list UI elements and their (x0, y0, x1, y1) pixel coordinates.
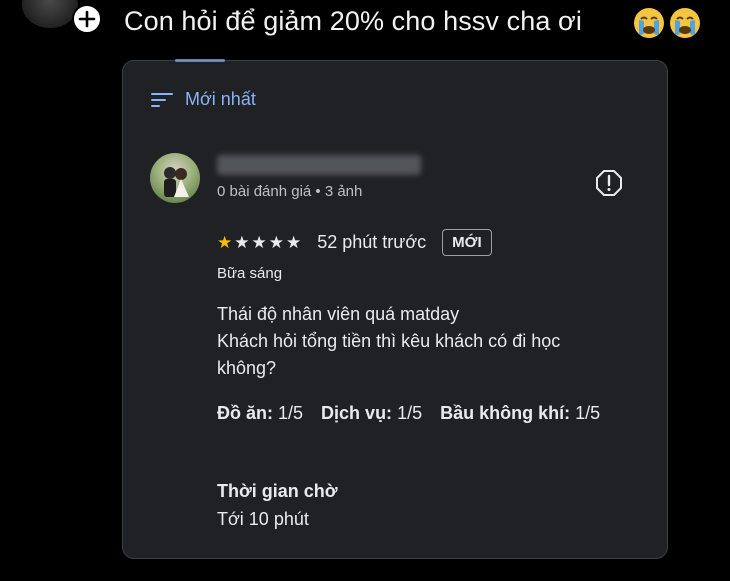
service-rating: Dịch vụ: 1/5 (321, 403, 422, 423)
atmosphere-rating-label: Bầu không khí: (440, 403, 571, 423)
post-text: Con hỏi để giảm 20% cho hssv cha ơi (124, 6, 582, 36)
crying-face-icon (634, 8, 664, 38)
wait-time-value: Tới 10 phút (217, 509, 309, 529)
food-rating: Đồ ăn: 1/5 (217, 403, 303, 423)
review-line: Khách hỏi tổng tiền thì kêu khách có đi … (217, 331, 561, 351)
review-card: Mới nhất 0 bài đánh giá • 3 ảnh ★ ★ ★ ★ ★ 52… (122, 59, 668, 559)
reviewer-name-blurred[interactable] (217, 155, 421, 175)
crying-face-icon (670, 8, 700, 38)
review-line: không? (217, 358, 277, 378)
reviewer-avatar[interactable] (150, 153, 200, 203)
poster-avatar[interactable] (22, 0, 78, 28)
emoji-row (632, 7, 702, 39)
report-icon (596, 170, 622, 196)
new-badge: MỚI (442, 229, 492, 256)
star-rating: ★ ★ ★ ★ ★ (217, 233, 301, 253)
reviewer-meta: 0 bài đánh giá • 3 ảnh (217, 183, 363, 200)
rating-row: ★ ★ ★ ★ ★ 52 phút trước MỚI (217, 229, 492, 256)
service-rating-value: 1/5 (397, 403, 423, 423)
service-rating-label: Dịch vụ: (321, 403, 393, 423)
meal-type: Bữa sáng (217, 265, 283, 282)
star-filled-icon: ★ (217, 232, 233, 252)
star-empty-icon: ★ (268, 232, 284, 252)
add-icon[interactable] (72, 4, 102, 34)
atmosphere-rating-value: 1/5 (575, 403, 601, 423)
review-line: Thái độ nhân viên quá matday (217, 304, 460, 324)
sort-label: Mới nhất (185, 89, 256, 109)
sub-ratings: Đồ ăn: 1/5 Dịch vụ: 1/5 Bầu không khí: 1/5 (217, 399, 637, 428)
sort-icon (151, 92, 173, 107)
star-empty-icon: ★ (286, 232, 302, 252)
food-rating-value: 1/5 (278, 403, 304, 423)
card-top-indicator (175, 59, 225, 62)
review-text: Thái độ nhân viên quá matday Khách hỏi t… (217, 301, 637, 382)
star-empty-icon: ★ (234, 232, 250, 252)
sort-button[interactable]: Mới nhất (151, 89, 256, 110)
wait-time-label: Thời gian chờ (217, 481, 338, 501)
atmosphere-rating: Bầu không khí: 1/5 (440, 403, 600, 423)
star-empty-icon: ★ (251, 232, 267, 252)
review-time: 52 phút trước (317, 232, 427, 252)
report-button[interactable] (595, 169, 623, 197)
food-rating-label: Đồ ăn: (217, 403, 273, 423)
